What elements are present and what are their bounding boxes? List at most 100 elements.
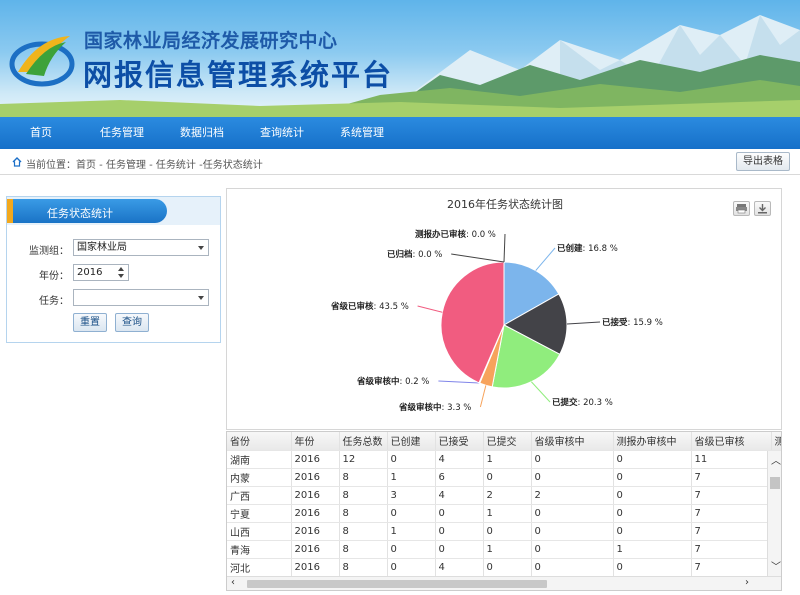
chart-title: 2016年任务状态统计图 [447, 197, 563, 211]
table-row[interactable]: 广西 2016 8 3 4 2 2 0 7 [227, 486, 781, 505]
table-cell: 7 [691, 522, 772, 541]
main-nav: 首页 任务管理 数据归档 查询统计 系统管理 [0, 117, 800, 149]
scroll-thumb[interactable] [247, 580, 547, 588]
table-cell: 0 [387, 450, 436, 469]
column-header-7[interactable]: 测报办审核中 [613, 432, 692, 451]
table-row[interactable]: 河北 2016 8 0 4 0 0 0 7 [227, 558, 781, 577]
panel-title: 任务状态统计 [47, 207, 113, 220]
column-header-2[interactable]: 任务总数 [339, 432, 388, 451]
print-icon[interactable] [733, 201, 750, 216]
column-header-6[interactable]: 省级审核中 [531, 432, 614, 451]
pie-connector-3 [479, 385, 487, 408]
query-button[interactable]: 查询 [115, 313, 149, 332]
table-cell: 6 [435, 468, 484, 487]
task-select[interactable] [73, 289, 209, 306]
table-cell: 8 [339, 486, 388, 505]
table-cell: 0 [613, 522, 692, 541]
export-table-button[interactable]: 导出表格 [736, 152, 790, 171]
pie-connector-4 [438, 380, 480, 384]
pie-connector-6 [451, 253, 505, 263]
table-cell: 8 [339, 468, 388, 487]
spin-up-icon[interactable] [118, 267, 124, 271]
table-cell: 7 [691, 468, 772, 487]
table-cell: 山西 [227, 522, 292, 541]
table-row[interactable]: 青海 2016 8 0 0 1 0 1 7 [227, 540, 781, 559]
table-cell: 7 [691, 540, 772, 559]
table-cell: 11 [691, 450, 772, 469]
table-cell: 内蒙 [227, 468, 292, 487]
pie-connector-2 [530, 381, 551, 403]
table-cell: 1 [387, 468, 436, 487]
table-row[interactable]: 内蒙 2016 8 1 6 0 0 0 7 [227, 468, 781, 487]
column-header-3[interactable]: 已创建 [387, 432, 436, 451]
table-cell: 7 [691, 504, 772, 523]
nav-home[interactable]: 首页 [18, 117, 64, 149]
table-cell: 8 [339, 540, 388, 559]
stats-table: 省份年份任务总数已创建已接受已提交省级审核中测报办审核中省级已审核测 湖南201… [226, 431, 782, 591]
table-cell: 宁夏 [227, 504, 292, 523]
pie-connector-0 [535, 247, 556, 271]
chevron-down-icon [198, 246, 204, 250]
column-header-0[interactable]: 省份 [227, 432, 292, 451]
reset-button[interactable]: 重置 [73, 313, 107, 332]
column-header-1[interactable]: 年份 [291, 432, 340, 451]
system-title: 网报信息管理系统平台 [83, 58, 394, 92]
table-cell: 8 [339, 522, 388, 541]
table-row[interactable]: 湖南 2016 12 0 4 1 0 0 11 [227, 450, 781, 469]
pie-connector-7 [503, 233, 506, 263]
table-cell: 4 [435, 486, 484, 505]
table-cell: 河北 [227, 558, 292, 577]
nav-data-archive[interactable]: 数据归档 [170, 117, 234, 149]
vertical-scrollbar[interactable]: ︿ ﹀ [767, 451, 781, 578]
home-icon [12, 157, 22, 167]
column-header-4[interactable]: 已接受 [435, 432, 484, 451]
column-header-9[interactable]: 测 [771, 432, 781, 451]
scroll-up-icon[interactable]: ︿ [771, 457, 781, 467]
scroll-thumb[interactable] [770, 477, 780, 489]
pie-connector-1 [566, 321, 601, 325]
nav-task-management[interactable]: 任务管理 [90, 117, 154, 149]
table-cell: 1 [483, 504, 532, 523]
pie-label-4: 省级审核中: 0.2 % [356, 376, 429, 387]
table-cell: 2 [483, 486, 532, 505]
table-row[interactable]: 宁夏 2016 8 0 0 1 0 0 7 [227, 504, 781, 523]
scroll-left-icon[interactable]: ‹ [231, 578, 235, 588]
table-cell: 2016 [291, 468, 340, 487]
horizontal-scrollbar[interactable]: ‹ › [227, 576, 781, 590]
scroll-down-icon[interactable]: ﹀ [771, 563, 781, 573]
table-cell: 8 [339, 558, 388, 577]
spin-down-icon[interactable] [118, 274, 124, 278]
table-cell: 2016 [291, 450, 340, 469]
table-cell: 0 [531, 504, 614, 523]
scroll-right-icon[interactable]: › [745, 578, 749, 588]
table-row[interactable]: 山西 2016 8 1 0 0 0 0 7 [227, 522, 781, 541]
monitor-group-select[interactable]: 国家林业局 [73, 239, 209, 256]
column-header-5[interactable]: 已提交 [483, 432, 532, 451]
task-label: 任务： [39, 296, 69, 307]
table-cell: 0 [435, 522, 484, 541]
table-cell: 0 [387, 504, 436, 523]
table-cell: 0 [387, 540, 436, 559]
pie-label-7: 测报办已审核: 0.0 % [415, 229, 496, 240]
table-cell: 1 [387, 522, 436, 541]
chevron-down-icon [198, 296, 204, 300]
table-cell: 0 [435, 504, 484, 523]
download-icon[interactable] [754, 201, 771, 216]
org-name: 国家林业局经济发展研究中心 [84, 30, 338, 52]
table-cell: 4 [435, 558, 484, 577]
pie-connector-5 [417, 305, 443, 313]
table-cell: 1 [483, 450, 532, 469]
table-cell: 0 [483, 522, 532, 541]
pie-label-1: 已接受: 15.9 % [602, 317, 663, 328]
table-cell: 1 [483, 540, 532, 559]
query-panel: 任务状态统计 监测组： 国家林业局 年份： 2016 任务： 重置 查询 [6, 196, 221, 343]
column-header-8[interactable]: 省级已审核 [691, 432, 772, 451]
table-cell: 0 [531, 450, 614, 469]
nav-query-stats[interactable]: 查询统计 [250, 117, 314, 149]
nav-system-management[interactable]: 系统管理 [330, 117, 394, 149]
table-cell: 0 [613, 468, 692, 487]
year-spinner[interactable]: 2016 [73, 264, 129, 281]
table-cell: 0 [613, 558, 692, 577]
table-cell: 3 [387, 486, 436, 505]
table-cell: 12 [339, 450, 388, 469]
